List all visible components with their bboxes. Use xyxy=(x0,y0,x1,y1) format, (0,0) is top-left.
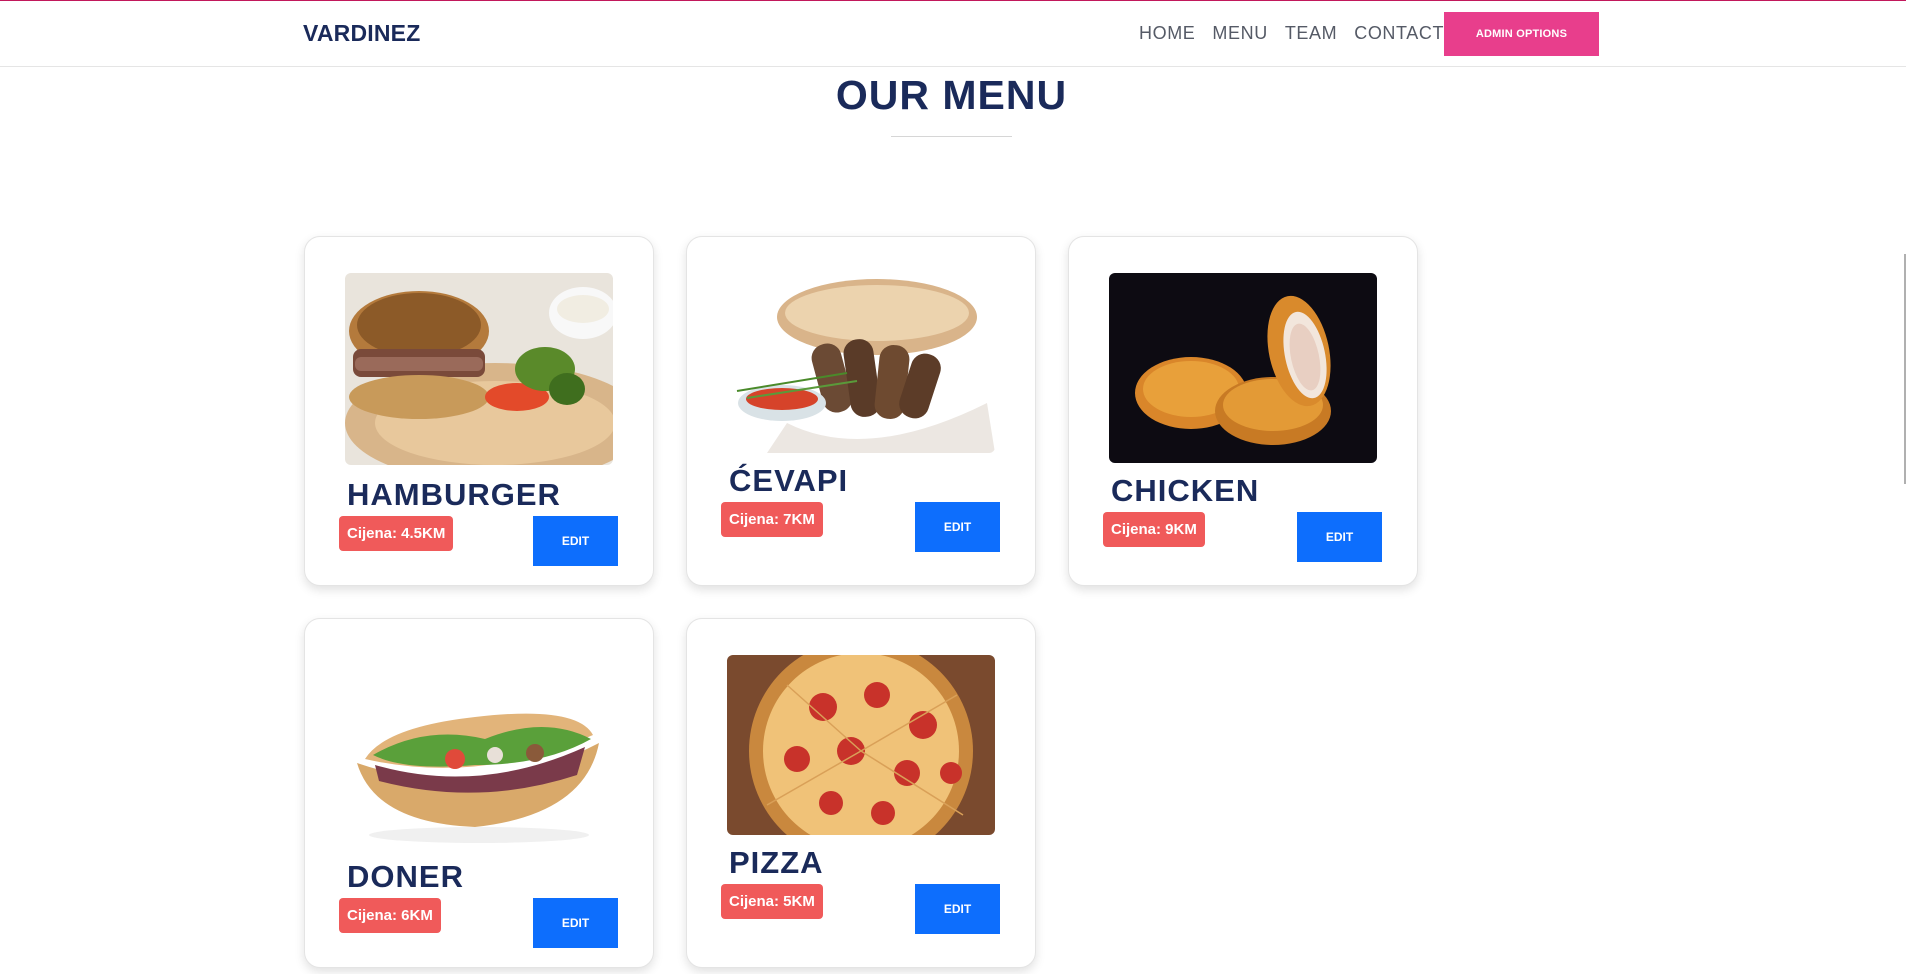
cevapi-photo xyxy=(727,273,995,453)
menu-card-pizza: PIZZA Cijena: 5KM EDIT xyxy=(686,618,1036,968)
menu-card-chicken: CHICKEN Cijena: 9KM EDIT xyxy=(1068,236,1418,586)
hamburger-photo xyxy=(345,273,613,465)
edit-button[interactable]: EDIT xyxy=(533,516,618,566)
admin-options-button[interactable]: ADMIN OPTIONS xyxy=(1444,12,1599,56)
price-badge: Cijena: 6KM xyxy=(339,898,441,933)
brand-logo[interactable]: VARDINEZ xyxy=(303,20,420,47)
price-badge: Cijena: 5KM xyxy=(721,884,823,919)
menu-card-cevapi: ĆEVAPI Cijena: 7KM EDIT xyxy=(686,236,1036,586)
nav-link-team[interactable]: TEAM xyxy=(1285,23,1337,47)
price-badge: Cijena: 7KM xyxy=(721,502,823,537)
price-badge: Cijena: 4.5KM xyxy=(339,516,454,551)
edit-button[interactable]: EDIT xyxy=(1297,512,1382,562)
menu-item-title: CHICKEN xyxy=(1111,473,1260,508)
menu-item-title: ĆEVAPI xyxy=(729,463,849,498)
pizza-photo xyxy=(727,655,995,835)
nav-link-menu[interactable]: MENU xyxy=(1212,23,1267,47)
menu-item-title: PIZZA xyxy=(729,845,824,880)
chicken-nuggets-photo xyxy=(1109,273,1377,463)
menu-item-title: DONER xyxy=(347,859,464,894)
menu-item-title: HAMBURGER xyxy=(347,477,561,512)
edit-button[interactable]: EDIT xyxy=(915,884,1000,934)
nav-link-contact[interactable]: CONTACT xyxy=(1354,23,1444,47)
menu-card-doner: DONER Cijena: 6KM EDIT xyxy=(304,618,654,968)
nav-link-home[interactable]: HOME xyxy=(1139,23,1195,47)
page: VARDINEZ HOME MENU TEAM CONTACT ADMIN OP… xyxy=(0,0,1906,974)
menu-card-hamburger: HAMBURGER Cijena: 4.5KM EDIT xyxy=(304,236,654,586)
doner-photo xyxy=(345,655,613,847)
title-underline xyxy=(891,136,1012,137)
nav-links: HOME MENU TEAM CONTACT xyxy=(1139,23,1461,47)
edit-button[interactable]: EDIT xyxy=(533,898,618,948)
price-badge: Cijena: 9KM xyxy=(1103,512,1205,547)
section-title: OUR MENU xyxy=(835,72,1068,118)
navbar: VARDINEZ HOME MENU TEAM CONTACT ADMIN OP… xyxy=(0,0,1906,67)
edit-button[interactable]: EDIT xyxy=(915,502,1000,552)
